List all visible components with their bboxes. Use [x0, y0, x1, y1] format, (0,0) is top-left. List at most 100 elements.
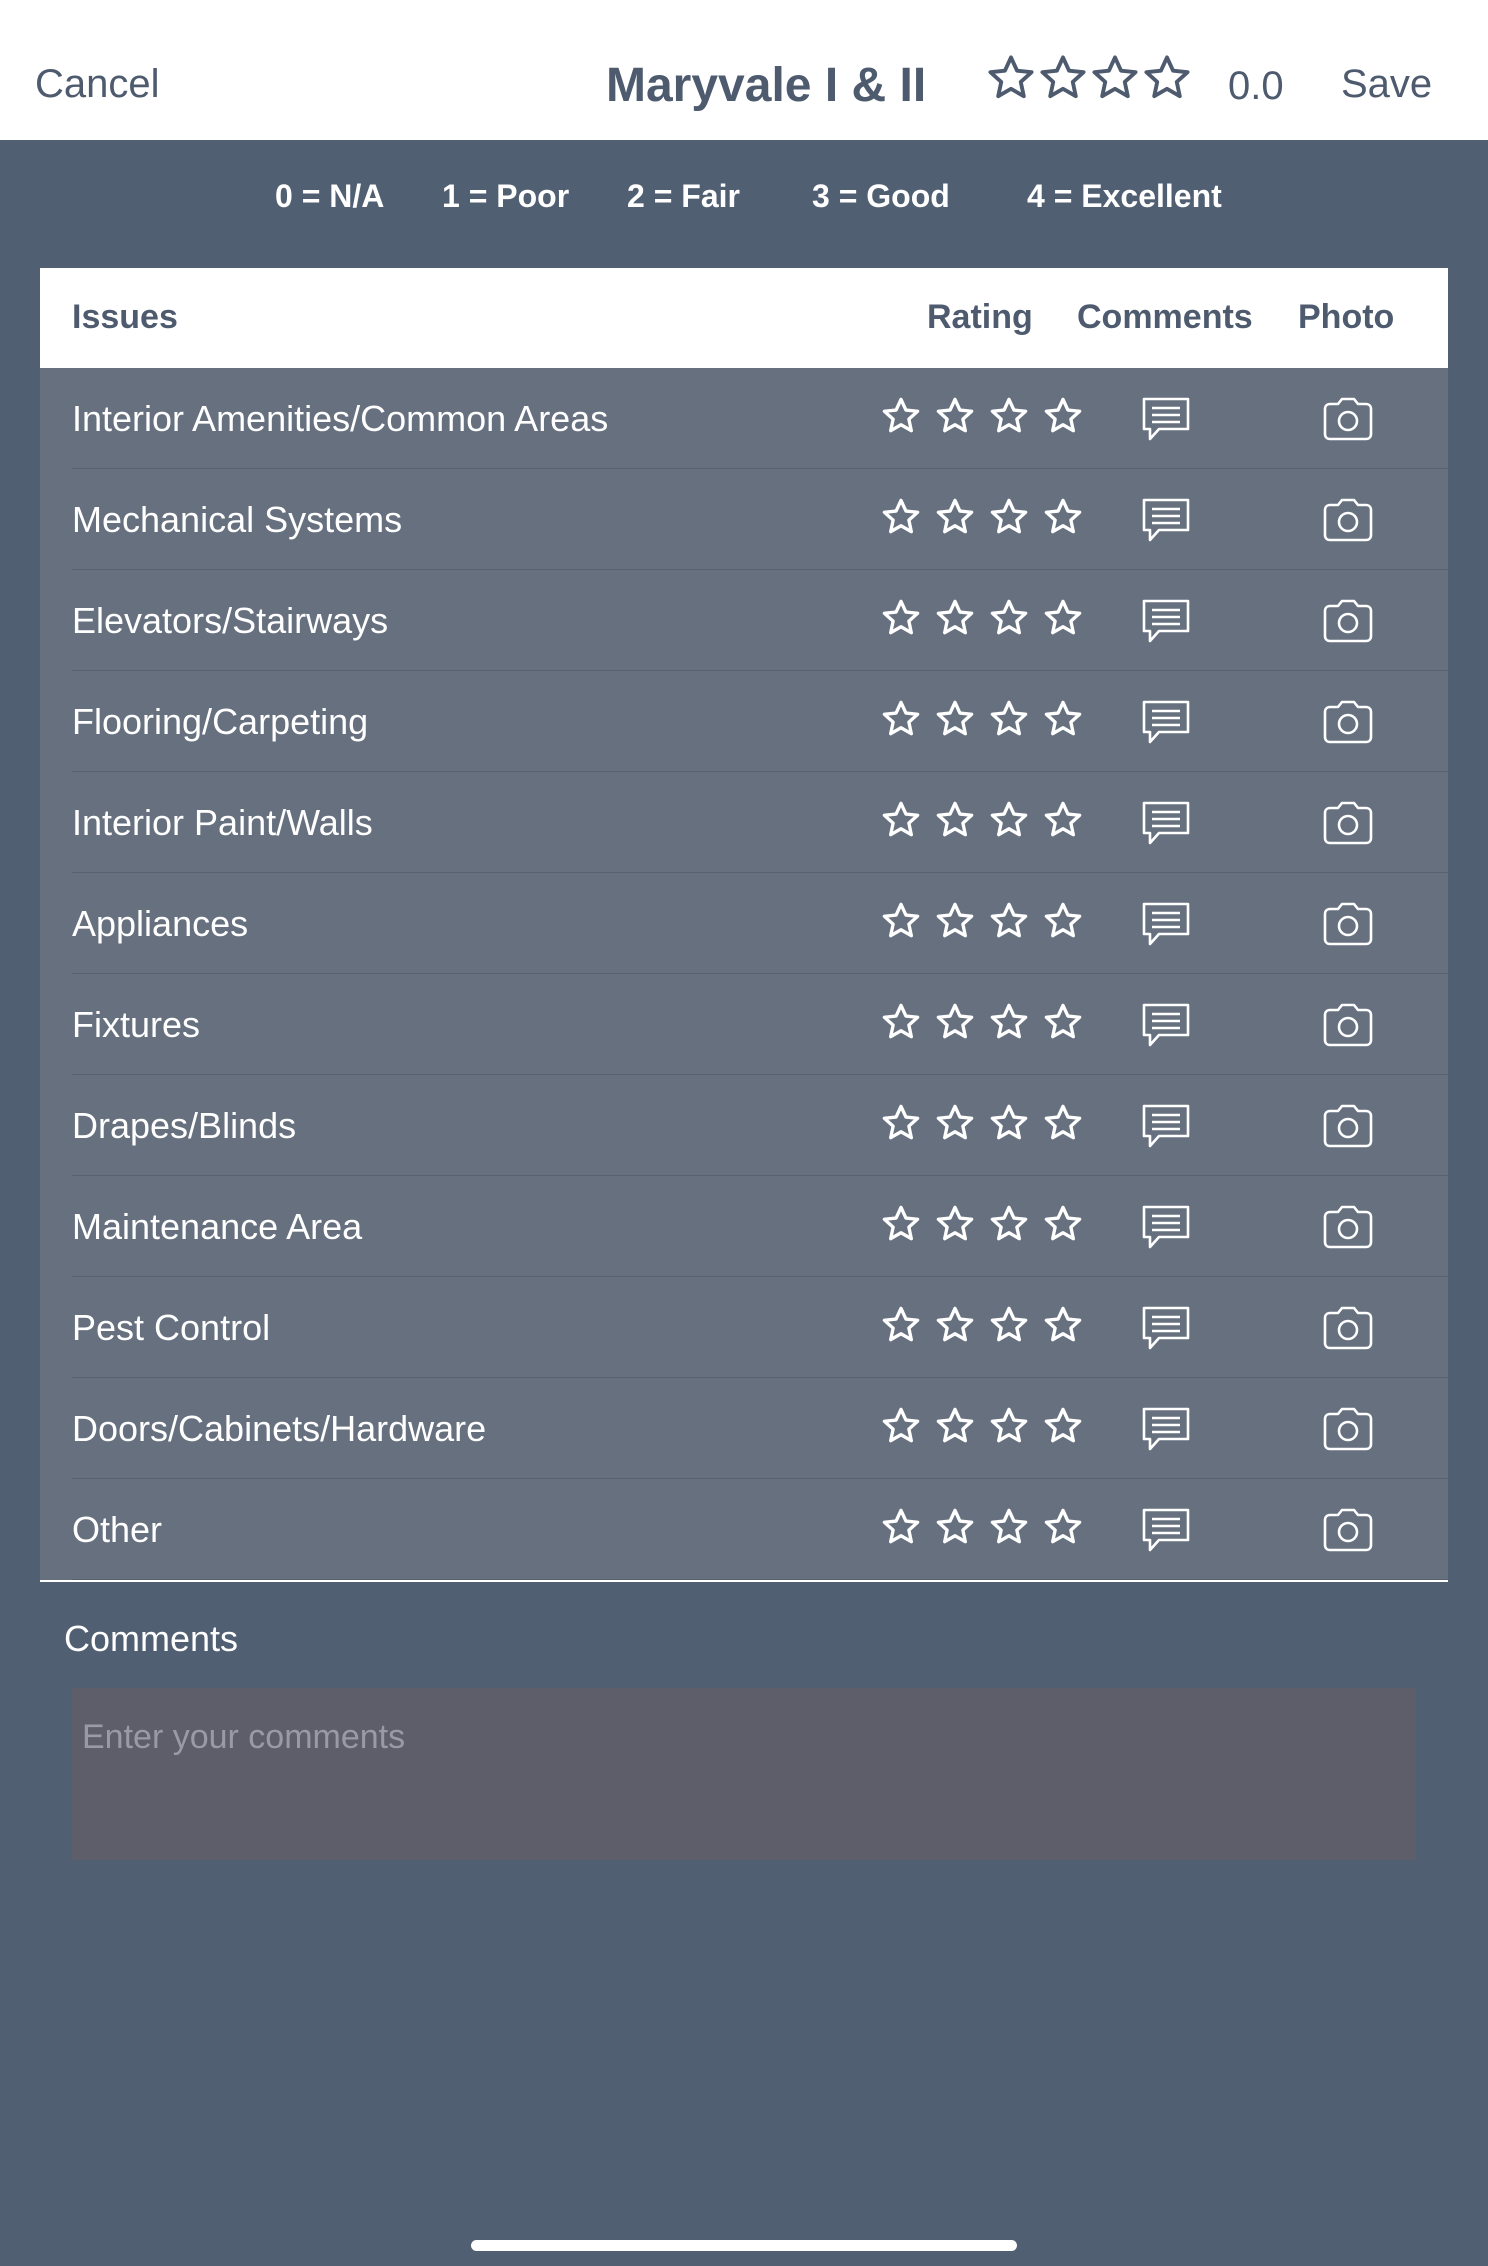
- table-row: Maintenance Area: [40, 1176, 1448, 1277]
- camera-icon[interactable]: [1322, 497, 1374, 543]
- star-outline-icon[interactable]: [988, 900, 1030, 942]
- star-outline-icon[interactable]: [988, 1506, 1030, 1548]
- camera-icon[interactable]: [1322, 1002, 1374, 1048]
- star-outline-icon[interactable]: [934, 900, 976, 942]
- legend-item: 1 = Poor: [442, 178, 570, 214]
- rating-stars: [880, 395, 1084, 437]
- star-outline-icon: [988, 55, 1034, 99]
- star-outline-icon[interactable]: [1042, 1405, 1084, 1447]
- camera-icon[interactable]: [1322, 1305, 1374, 1351]
- rating-stars: [880, 1506, 1084, 1548]
- star-outline-icon[interactable]: [934, 1102, 976, 1144]
- star-outline-icon[interactable]: [934, 395, 976, 437]
- comment-icon[interactable]: [1141, 1507, 1191, 1555]
- star-outline-icon[interactable]: [1042, 496, 1084, 538]
- star-outline-icon[interactable]: [988, 597, 1030, 639]
- comment-icon[interactable]: [1141, 1002, 1191, 1050]
- table-row: Flooring/Carpeting: [40, 671, 1448, 772]
- star-outline-icon[interactable]: [880, 597, 922, 639]
- star-outline-icon[interactable]: [880, 1102, 922, 1144]
- star-outline-icon[interactable]: [880, 799, 922, 841]
- star-outline-icon[interactable]: [988, 1102, 1030, 1144]
- star-outline-icon[interactable]: [988, 1405, 1030, 1447]
- star-outline-icon[interactable]: [880, 1506, 922, 1548]
- save-button[interactable]: Save: [1341, 62, 1432, 107]
- camera-icon[interactable]: [1322, 800, 1374, 846]
- comment-icon[interactable]: [1141, 699, 1191, 747]
- camera-icon[interactable]: [1322, 396, 1374, 442]
- star-outline-icon[interactable]: [1042, 597, 1084, 639]
- issue-label: Fixtures: [72, 1004, 201, 1045]
- issue-label: Elevators/Stairways: [72, 600, 389, 641]
- star-outline-icon[interactable]: [988, 698, 1030, 740]
- rating-stars: [880, 597, 1084, 639]
- star-outline-icon[interactable]: [1042, 799, 1084, 841]
- star-outline-icon[interactable]: [1042, 1001, 1084, 1043]
- comment-icon[interactable]: [1141, 396, 1191, 444]
- home-indicator: [471, 2240, 1017, 2251]
- star-outline-icon[interactable]: [1042, 1304, 1084, 1346]
- column-header-comments: Comments: [1077, 298, 1253, 336]
- star-outline-icon[interactable]: [988, 1304, 1030, 1346]
- star-outline-icon[interactable]: [1042, 698, 1084, 740]
- star-outline-icon[interactable]: [988, 395, 1030, 437]
- camera-icon[interactable]: [1322, 1406, 1374, 1452]
- rating-stars: [880, 900, 1084, 942]
- comment-icon[interactable]: [1141, 598, 1191, 646]
- star-outline-icon[interactable]: [934, 1506, 976, 1548]
- star-outline-icon[interactable]: [880, 698, 922, 740]
- comment-icon[interactable]: [1141, 1103, 1191, 1151]
- rating-stars: [880, 1102, 1084, 1144]
- star-outline-icon[interactable]: [880, 900, 922, 942]
- table-body: Interior Amenities/Common Areas Mechanic…: [40, 368, 1448, 1580]
- star-outline-icon[interactable]: [934, 1405, 976, 1447]
- page-title: Maryvale I & II: [606, 59, 927, 112]
- star-outline-icon[interactable]: [880, 1304, 922, 1346]
- issue-label: Flooring/Carpeting: [72, 701, 369, 742]
- camera-icon[interactable]: [1322, 598, 1374, 644]
- table-row: Interior Paint/Walls: [40, 772, 1448, 873]
- issue-label: Mechanical Systems: [72, 499, 403, 540]
- star-outline-icon[interactable]: [988, 1203, 1030, 1245]
- camera-icon[interactable]: [1322, 1103, 1374, 1149]
- star-outline-icon[interactable]: [1042, 395, 1084, 437]
- star-outline-icon: [1144, 55, 1190, 99]
- star-outline-icon[interactable]: [934, 1304, 976, 1346]
- star-outline-icon[interactable]: [934, 1001, 976, 1043]
- star-outline-icon[interactable]: [934, 1203, 976, 1245]
- star-outline-icon[interactable]: [880, 1405, 922, 1447]
- star-outline-icon[interactable]: [988, 799, 1030, 841]
- camera-icon[interactable]: [1322, 699, 1374, 745]
- comment-icon[interactable]: [1141, 901, 1191, 949]
- star-outline-icon[interactable]: [880, 395, 922, 437]
- star-outline-icon[interactable]: [988, 496, 1030, 538]
- star-outline-icon[interactable]: [1042, 1506, 1084, 1548]
- star-outline-icon[interactable]: [934, 496, 976, 538]
- cancel-button[interactable]: Cancel: [35, 62, 160, 107]
- comment-icon[interactable]: [1141, 497, 1191, 545]
- issue-label: Drapes/Blinds: [72, 1105, 297, 1146]
- comment-icon[interactable]: [1141, 800, 1191, 848]
- comment-icon[interactable]: [1141, 1406, 1191, 1454]
- star-outline-icon[interactable]: [1042, 1102, 1084, 1144]
- comment-icon[interactable]: [1141, 1305, 1191, 1353]
- star-outline-icon[interactable]: [934, 698, 976, 740]
- table-row: Fixtures: [40, 974, 1448, 1075]
- star-outline-icon[interactable]: [934, 597, 976, 639]
- star-outline-icon[interactable]: [1042, 900, 1084, 942]
- camera-icon[interactable]: [1322, 1507, 1374, 1553]
- comments-input[interactable]: [72, 1688, 1416, 1860]
- camera-icon[interactable]: [1322, 1204, 1374, 1250]
- star-outline-icon[interactable]: [934, 799, 976, 841]
- legend-item: 3 = Good: [812, 178, 950, 214]
- comment-icon[interactable]: [1141, 1204, 1191, 1252]
- rating-stars: [880, 799, 1084, 841]
- legend-item: 0 = N/A: [275, 178, 385, 214]
- star-outline-icon[interactable]: [880, 496, 922, 538]
- star-outline-icon[interactable]: [880, 1001, 922, 1043]
- star-outline-icon[interactable]: [988, 1001, 1030, 1043]
- column-header-issues: Issues: [72, 298, 178, 336]
- star-outline-icon[interactable]: [1042, 1203, 1084, 1245]
- camera-icon[interactable]: [1322, 901, 1374, 947]
- star-outline-icon[interactable]: [880, 1203, 922, 1245]
